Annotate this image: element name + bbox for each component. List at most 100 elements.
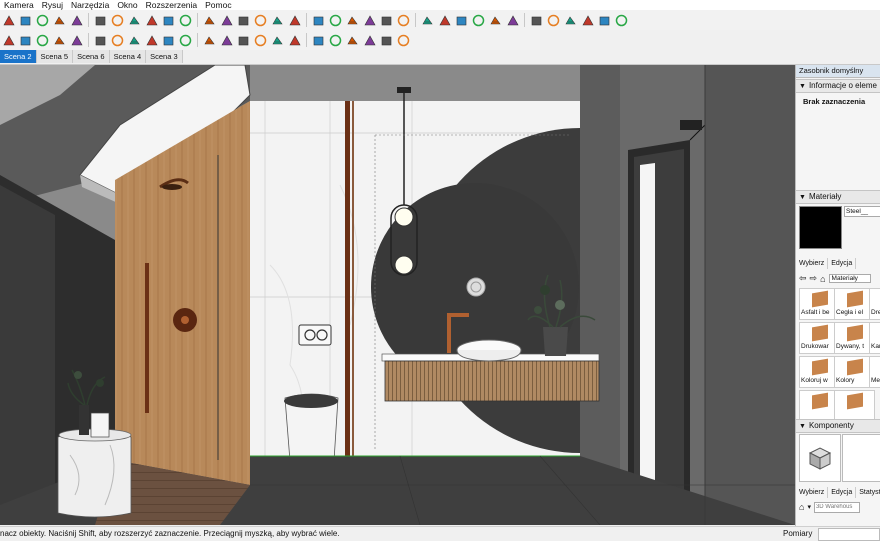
top-icon[interactable] — [453, 12, 470, 29]
curve-icon[interactable] — [286, 32, 303, 49]
material-thumbnail[interactable]: Met — [869, 356, 880, 388]
paint-icon[interactable] — [34, 12, 51, 29]
layer-icon[interactable] — [0, 32, 17, 49]
menu-5[interactable]: Pomoc — [201, 0, 235, 10]
hidden-line-icon[interactable] — [361, 12, 378, 29]
orbit-icon[interactable] — [201, 12, 218, 29]
secondary-toolbar — [0, 30, 540, 50]
unlock-icon[interactable] — [126, 32, 143, 49]
line-tool-icon[interactable] — [395, 32, 412, 49]
axis-icon[interactable] — [160, 32, 177, 49]
material-icon[interactable] — [143, 32, 160, 49]
sun-icon[interactable] — [579, 12, 596, 29]
scene-tab-4[interactable]: Scena 3 — [146, 50, 183, 63]
star-icon[interactable] — [378, 32, 395, 49]
warehouse-icon[interactable] — [286, 12, 303, 29]
lock-icon[interactable] — [109, 32, 126, 49]
menu-1[interactable]: Rysuj — [38, 0, 67, 10]
status-bar: nacz obiekty. Naciśnij Shift, aby rozsze… — [0, 526, 880, 541]
paint2-icon[interactable] — [177, 32, 194, 49]
eraser-icon[interactable] — [17, 12, 34, 29]
move-icon[interactable] — [51, 12, 68, 29]
dropdown-arrow-icon[interactable]: ▾ — [807, 503, 811, 511]
tag-icon[interactable] — [218, 32, 235, 49]
forward-arrow-icon[interactable]: ⇨ — [810, 273, 818, 284]
section-icon[interactable] — [269, 12, 286, 29]
shadow-icon[interactable] — [545, 12, 562, 29]
menu-0[interactable]: Kamera — [0, 0, 38, 10]
fog-icon[interactable] — [562, 12, 579, 29]
zoom-icon[interactable] — [235, 12, 252, 29]
material-thumbnail[interactable] — [834, 390, 875, 422]
pin-icon[interactable] — [201, 32, 218, 49]
magnet-icon[interactable] — [269, 32, 286, 49]
left-icon[interactable] — [528, 12, 545, 29]
box-icon[interactable] — [17, 32, 34, 49]
measurements-input[interactable] — [818, 528, 880, 541]
toolbar-separator — [88, 33, 89, 47]
select-icon[interactable] — [0, 12, 17, 29]
subtab-0[interactable]: Wybierz — [796, 258, 829, 269]
home-icon[interactable]: ⌂ — [820, 274, 825, 284]
sphere-icon[interactable] — [344, 32, 361, 49]
tape-icon[interactable] — [160, 12, 177, 29]
materials-subtabs: Wybierz Edycja — [796, 258, 880, 269]
followme-icon[interactable] — [143, 12, 160, 29]
zoom-extents-icon[interactable] — [252, 12, 269, 29]
back-arrow-icon[interactable]: ⇦ — [799, 273, 807, 284]
warehouse-search-input[interactable] — [813, 501, 860, 513]
align-icon[interactable] — [252, 32, 269, 49]
component-icon[interactable] — [34, 32, 51, 49]
camera-icon[interactable] — [596, 12, 613, 29]
group-icon[interactable] — [51, 32, 68, 49]
iso-icon[interactable] — [436, 12, 453, 29]
settings-icon[interactable] — [613, 12, 630, 29]
subtab-1[interactable]: Edycja — [828, 258, 857, 269]
front-icon[interactable] — [470, 12, 487, 29]
scene-tab-0[interactable]: Scena 2 — [0, 50, 37, 63]
monochrome-icon[interactable] — [419, 12, 436, 29]
pushpull-icon[interactable] — [126, 12, 143, 29]
pattern-icon[interactable] — [361, 32, 378, 49]
wireframe-icon[interactable] — [344, 12, 361, 29]
arc-icon[interactable] — [310, 32, 327, 49]
menu-4[interactable]: Rozszerzenia — [142, 0, 202, 10]
rotate-icon[interactable] — [68, 12, 85, 29]
material-swatch — [847, 324, 863, 342]
library-select[interactable]: Materiały — [828, 274, 871, 283]
entity-info-header[interactable]: ▼ Informacje o eleme — [796, 79, 880, 93]
right-icon[interactable] — [487, 12, 504, 29]
scene-tab-2[interactable]: Scena 6 — [73, 50, 110, 63]
home-icon[interactable]: ⌂ — [799, 502, 804, 512]
textured-icon[interactable] — [395, 12, 412, 29]
scene-tab-1[interactable]: Scena 5 — [36, 50, 74, 63]
extension-icon[interactable] — [310, 12, 327, 29]
subtab-1[interactable]: Edycja — [828, 487, 857, 498]
xray-icon[interactable] — [327, 12, 344, 29]
subtab-0[interactable]: Wybierz — [796, 487, 829, 498]
3d-viewport[interactable] — [0, 65, 795, 525]
text-icon[interactable] — [177, 12, 194, 29]
collapse-triangle-icon: ▼ — [799, 83, 806, 90]
offset-icon[interactable] — [109, 12, 126, 29]
materials-header[interactable]: ▼ Materiały — [796, 190, 880, 204]
material-name-field[interactable]: Steel__ — [844, 206, 880, 217]
scene-tab-3[interactable]: Scena 4 — [109, 50, 147, 63]
shaded-icon[interactable] — [378, 12, 395, 29]
subtab-2[interactable]: Statysty — [856, 487, 880, 498]
house-icon[interactable] — [68, 32, 85, 49]
components-header[interactable]: ▼ Komponenty — [796, 419, 880, 433]
mirror-icon[interactable] — [235, 32, 252, 49]
current-material-swatch[interactable] — [799, 206, 842, 249]
menu-2[interactable]: Narzędzia — [67, 0, 113, 10]
pan-icon[interactable] — [218, 12, 235, 29]
material-thumbnail[interactable]: Kan — [869, 322, 880, 354]
material-swatch — [847, 392, 863, 410]
scale-icon[interactable] — [92, 12, 109, 29]
material-thumbnail[interactable]: Dre — [869, 288, 880, 320]
toolbar-separator — [88, 13, 89, 27]
flag-icon[interactable] — [327, 32, 344, 49]
back-icon[interactable] — [504, 12, 521, 29]
menu-3[interactable]: Okno — [113, 0, 141, 10]
home-icon[interactable] — [92, 32, 109, 49]
